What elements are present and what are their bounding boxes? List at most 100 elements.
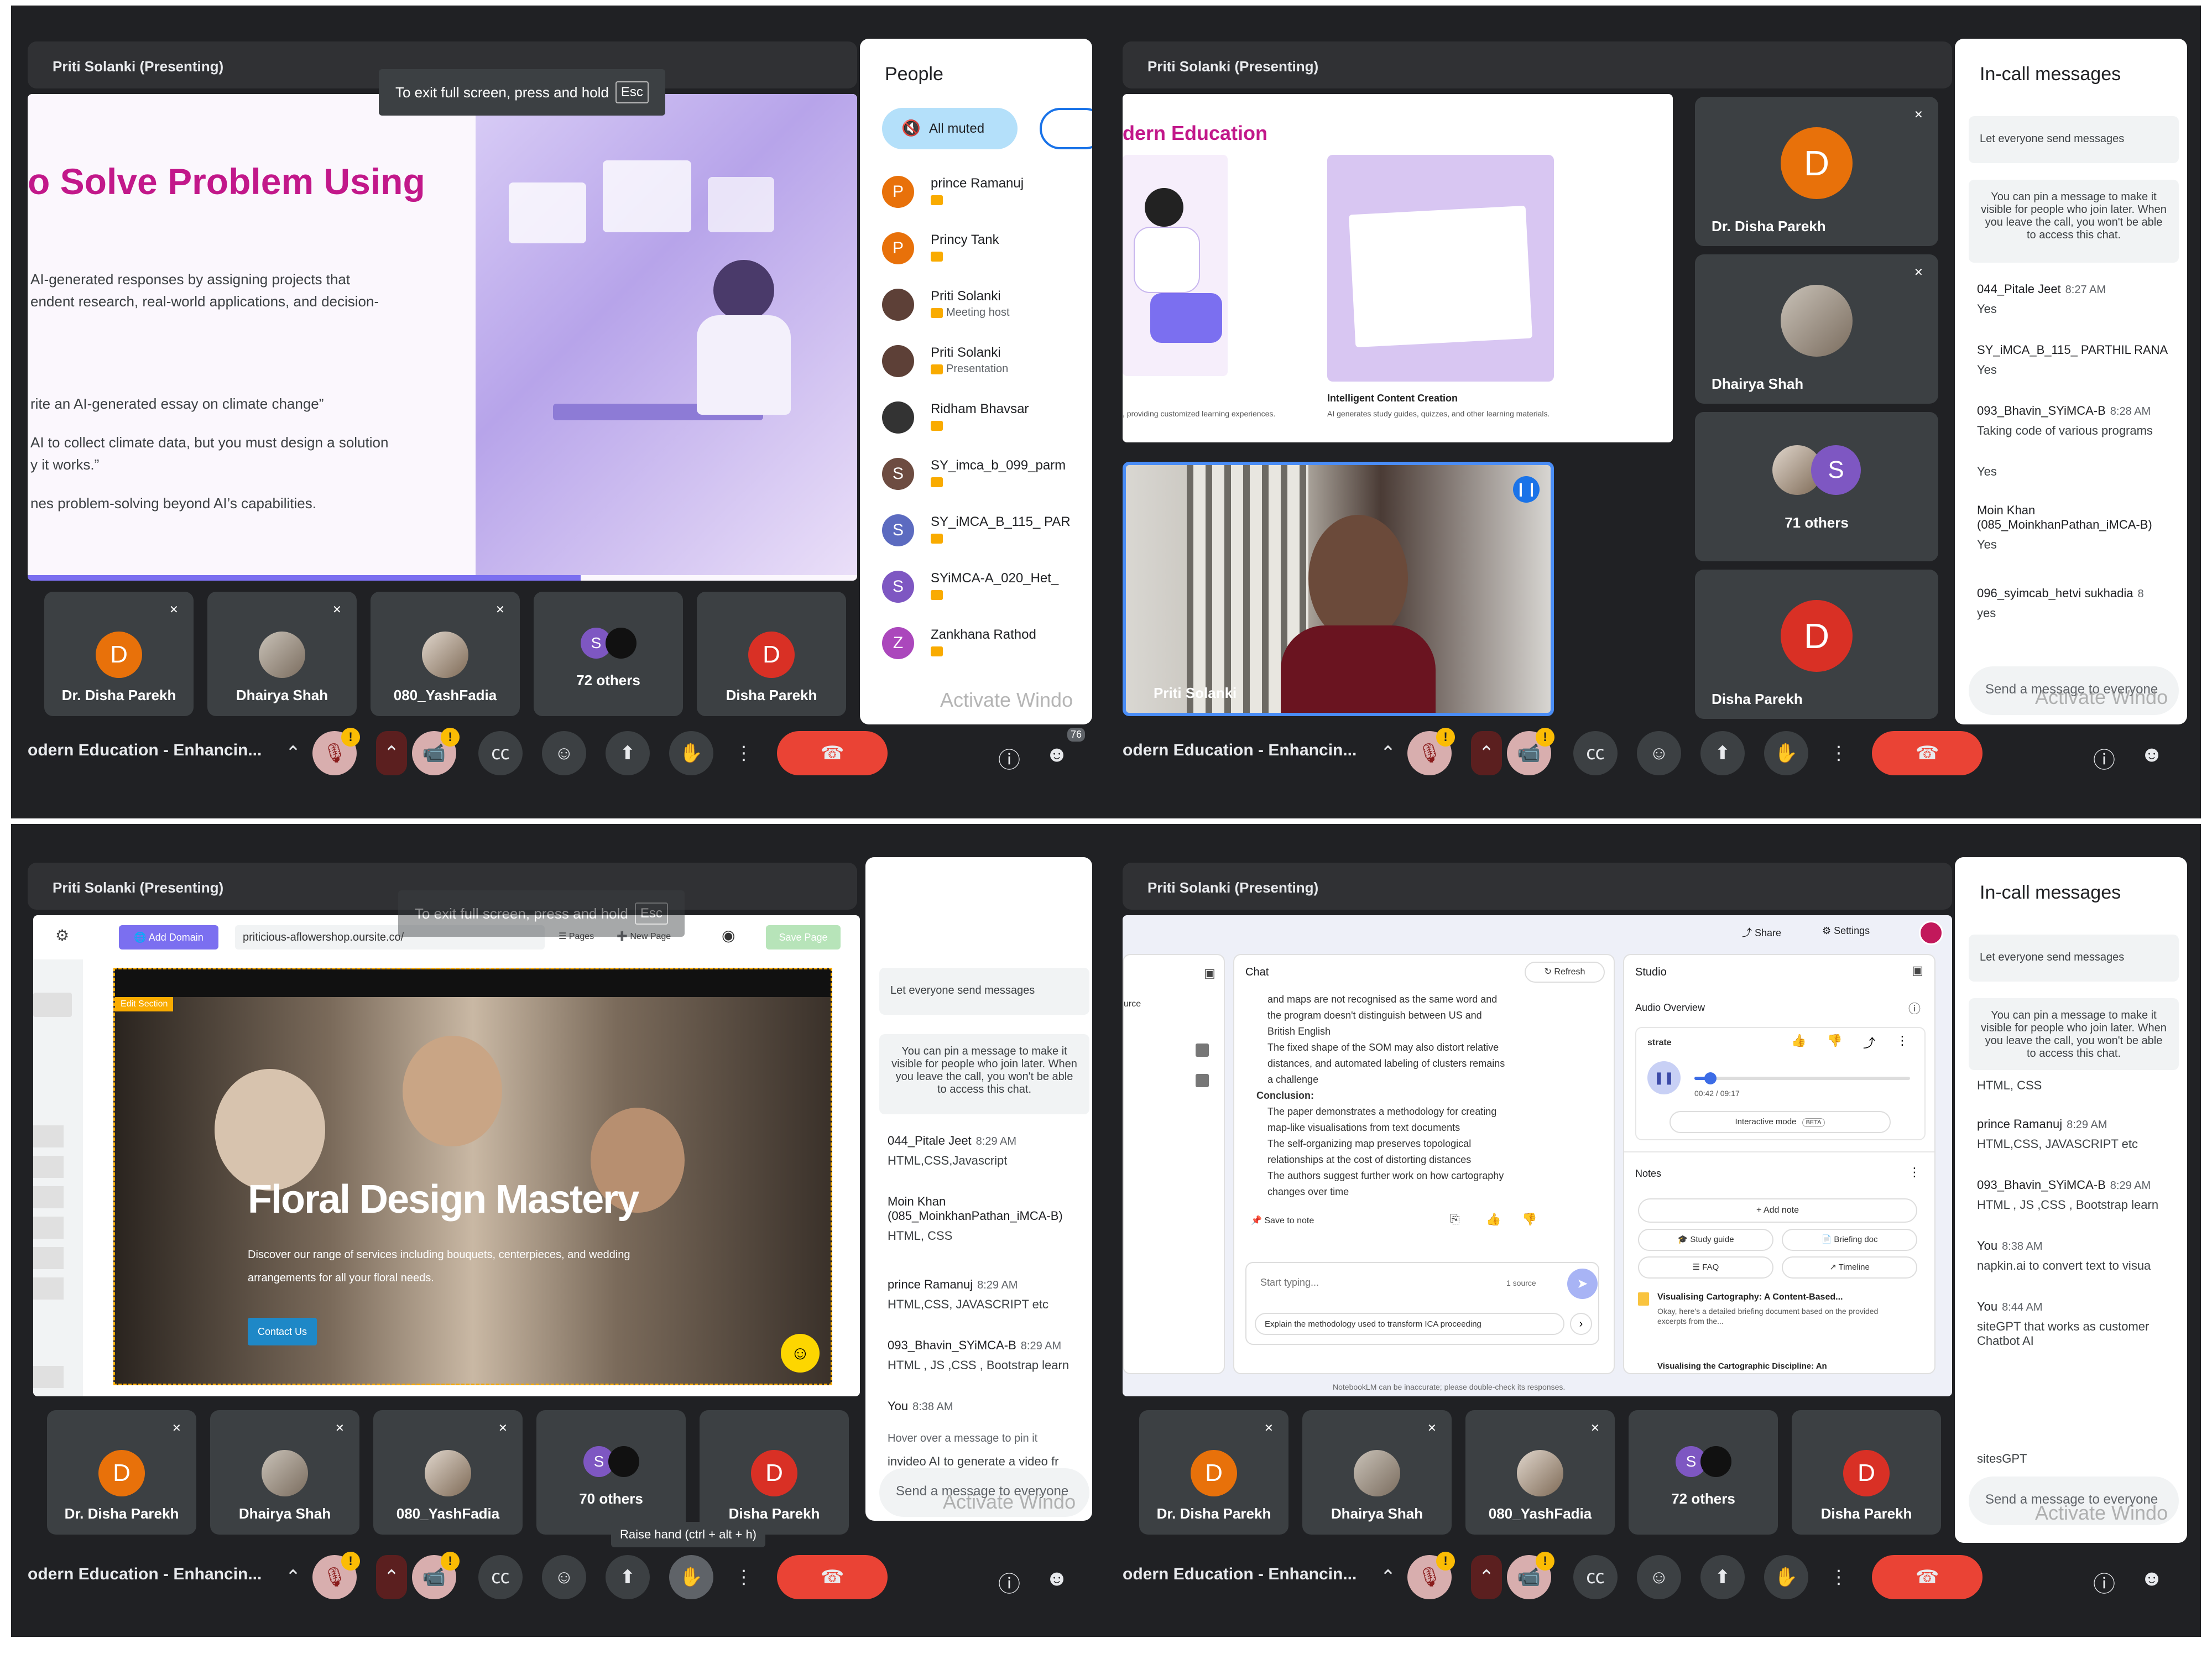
tile-disha[interactable]: D Disha Parekh (1695, 570, 1938, 719)
camera-button[interactable]: 📹! (412, 728, 460, 775)
more-audio-button[interactable]: ⌃ (282, 1555, 304, 1599)
let-everyone-toggle[interactable]: Let everyone send messages (1969, 116, 2179, 163)
present-button[interactable]: ⬆ (606, 1555, 650, 1599)
share-icon[interactable]: ⤴ (1863, 1034, 1875, 1051)
chat-message[interactable]: Yes (1977, 465, 2187, 479)
raise-hand-button[interactable]: ✋ (669, 731, 713, 775)
tile-others[interactable]: S 71 others (1695, 412, 1938, 561)
captions-button[interactable]: ㏄ (478, 1555, 523, 1599)
emoji-button[interactable]: ☺ (1637, 1555, 1681, 1599)
people-icon[interactable]: ☻ (1045, 1566, 1068, 1591)
emoji-button[interactable]: ☺ (542, 1555, 586, 1599)
chat-message[interactable]: You8:38 AMnapkin.ai to convert text to v… (1977, 1239, 2187, 1273)
preview-eye-icon[interactable]: ◉ (722, 926, 735, 945)
tile-yash[interactable]: ✕ 080_YashFadia (1465, 1410, 1615, 1535)
save-page-button[interactable]: Save Page (766, 925, 841, 950)
more-video-button[interactable]: ⌃ (376, 1555, 407, 1599)
people-icon[interactable]: ☻ (2140, 742, 2163, 767)
chat-message[interactable]: 093_Bhavin_SYiMCA-B 8:29 AM HTML , JS ,CSS… (1977, 1178, 2187, 1212)
refresh-button[interactable]: ↻ Refresh (1525, 962, 1605, 983)
tile-yash[interactable]: ✕ 080_YashFadia (371, 592, 520, 716)
leave-call-button[interactable]: ☎ (1872, 1555, 1983, 1599)
tile-dhairya[interactable]: ✕ Dhairya Shah (1695, 254, 1938, 404)
participant-row[interactable]: Priti Solanki Meeting host (882, 284, 1092, 334)
thumbs-down-icon[interactable]: 👎 (1827, 1034, 1842, 1048)
present-button[interactable]: ⬆ (1700, 731, 1745, 775)
info-icon[interactable]: ⓘ (998, 1566, 1020, 1598)
tile-disha-dr[interactable]: ✕ D Dr. Disha Parekh (1139, 1410, 1288, 1535)
add-domain-button[interactable]: 🌐 Add Domain (119, 925, 218, 950)
more-video-button[interactable]: ⌃ (376, 731, 407, 775)
info-icon[interactable]: ⓘ (1908, 999, 1921, 1017)
briefing-doc-button[interactable]: 📄 Briefing doc (1782, 1229, 1917, 1251)
more-audio-button[interactable]: ⌃ (282, 731, 304, 775)
chat-message[interactable]: You 8:44 AM siteGPT that works as customer… (1977, 1300, 2187, 1348)
thumbs-up-icon[interactable]: 👍 (1791, 1034, 1806, 1048)
checkbox[interactable] (1196, 1074, 1209, 1087)
camera-button[interactable]: 📹! (1507, 1552, 1554, 1599)
more-options-button[interactable]: ⋮ (1828, 731, 1850, 775)
tile-disha[interactable]: D Disha Parekh (1792, 1410, 1941, 1535)
captions-button[interactable]: ㏄ (1573, 1555, 1618, 1599)
present-button[interactable]: ⬆ (1700, 1555, 1745, 1599)
chat-message[interactable]: SY_iMCA_B_115_ PARTHIL RANA Yes (1977, 343, 2187, 377)
emoji-button[interactable]: ☺ (1637, 731, 1681, 775)
chat-message[interactable]: 044_Pitale Jeet 8:29 AM HTML,CSS,Javascrip… (888, 1134, 1092, 1168)
leave-call-button[interactable]: ☎ (777, 1555, 888, 1599)
tile-others[interactable]: S 72 others (1629, 1410, 1778, 1535)
emoji-button[interactable]: ☺ (542, 731, 586, 775)
edit-section-label[interactable]: Edit Section (115, 997, 174, 1011)
more-icon[interactable]: ⋮ (1896, 1034, 1908, 1048)
chat-message[interactable]: 096_syimcab_hetvi sukhadia 8 yes (1977, 586, 2187, 620)
participant-row[interactable]: S SY_imca_b_099_parm (882, 453, 1092, 503)
chat-message[interactable]: HTML, CSS (1977, 1078, 2187, 1093)
copy-icon[interactable]: ⎘ (1450, 1212, 1460, 1227)
raise-hand-button[interactable]: ✋ (669, 1555, 713, 1599)
leave-call-button[interactable]: ☎ (777, 731, 888, 775)
share-button[interactable]: ⤴ Share (1742, 925, 1781, 940)
raise-hand-button[interactable]: ✋ (1764, 731, 1808, 775)
settings-button[interactable]: ⚙ Settings (1822, 925, 1870, 937)
tile-disha-dr[interactable]: ✕ D Dr. Disha Parekh (44, 592, 194, 716)
chat-input[interactable]: Start typing... (1260, 1277, 1319, 1288)
participant-row[interactable]: Ridham Bhavsar (882, 397, 1092, 447)
tile-dhairya[interactable]: ✕ Dhairya Shah (1302, 1410, 1452, 1535)
people-icon[interactable]: ☻ (1045, 742, 1068, 767)
captions-button[interactable]: ㏄ (478, 731, 523, 775)
more-audio-button[interactable]: ⌃ (1377, 731, 1399, 775)
more-options-button[interactable]: ⋮ (1828, 1555, 1850, 1599)
leave-call-button[interactable]: ☎ (1872, 731, 1983, 775)
more-audio-button[interactable]: ⌃ (1377, 1555, 1399, 1599)
info-icon[interactable]: ⓘ (2093, 742, 2115, 774)
camera-button[interactable]: 📹! (1507, 728, 1554, 775)
let-everyone-toggle[interactable]: Let everyone send messages (879, 968, 1089, 1015)
info-icon[interactable]: ⓘ (998, 742, 1020, 774)
tile-disha[interactable]: D Disha Parekh (697, 592, 846, 716)
participant-row[interactable]: S SY_iMCA_B_115_ PAR (882, 510, 1092, 560)
chat-message[interactable]: You8:38 AMnapkin.ai to convert text to v… (888, 1399, 1092, 1421)
info-icon[interactable]: ⓘ (2093, 1566, 2115, 1598)
collapse-icon[interactable]: ▣ (1912, 963, 1923, 978)
thumbs-down-icon[interactable]: 👎 (1522, 1212, 1537, 1227)
chat-message[interactable]: 093_Bhavin_SYiMCA-B 8:29 AM HTML , JS ,CSS… (888, 1338, 1092, 1373)
all-muted-button[interactable]: 🔇 All muted (882, 108, 1018, 149)
send-icon[interactable]: ➤ (1567, 1269, 1598, 1299)
add-people-button[interactable] (1040, 108, 1092, 149)
interactive-mode-button[interactable]: Interactive mode BETA (1670, 1111, 1891, 1133)
camera-button[interactable]: 📹! (412, 1552, 460, 1599)
participant-row[interactable]: Priti Solanki Presentation (882, 341, 1092, 390)
participant-row[interactable]: Pprince Ramanuj (882, 171, 1092, 221)
tile-disha[interactable]: D Disha Parekh (700, 1410, 849, 1535)
let-everyone-toggle[interactable]: Let everyone send messages (1969, 935, 2179, 982)
more-video-button[interactable]: ⌃ (1471, 1555, 1502, 1599)
avatar[interactable] (1919, 921, 1943, 945)
add-note-button[interactable]: + Add note (1638, 1198, 1917, 1223)
more-video-button[interactable]: ⌃ (1471, 731, 1502, 775)
participant-row[interactable]: Z Zankhana Rathod (882, 623, 1092, 672)
present-button[interactable]: ⬆ (606, 731, 650, 775)
tile-dhairya[interactable]: ✕ Dhairya Shah (207, 592, 357, 716)
timeline-button[interactable]: ↗ Timeline (1782, 1256, 1917, 1279)
suggestion-chip[interactable]: Explain the methodology used to transfor… (1255, 1313, 1564, 1335)
tile-others[interactable]: S 72 others (534, 592, 683, 716)
speaker-video[interactable]: ❙❙ Priti Solanki (1123, 462, 1554, 716)
